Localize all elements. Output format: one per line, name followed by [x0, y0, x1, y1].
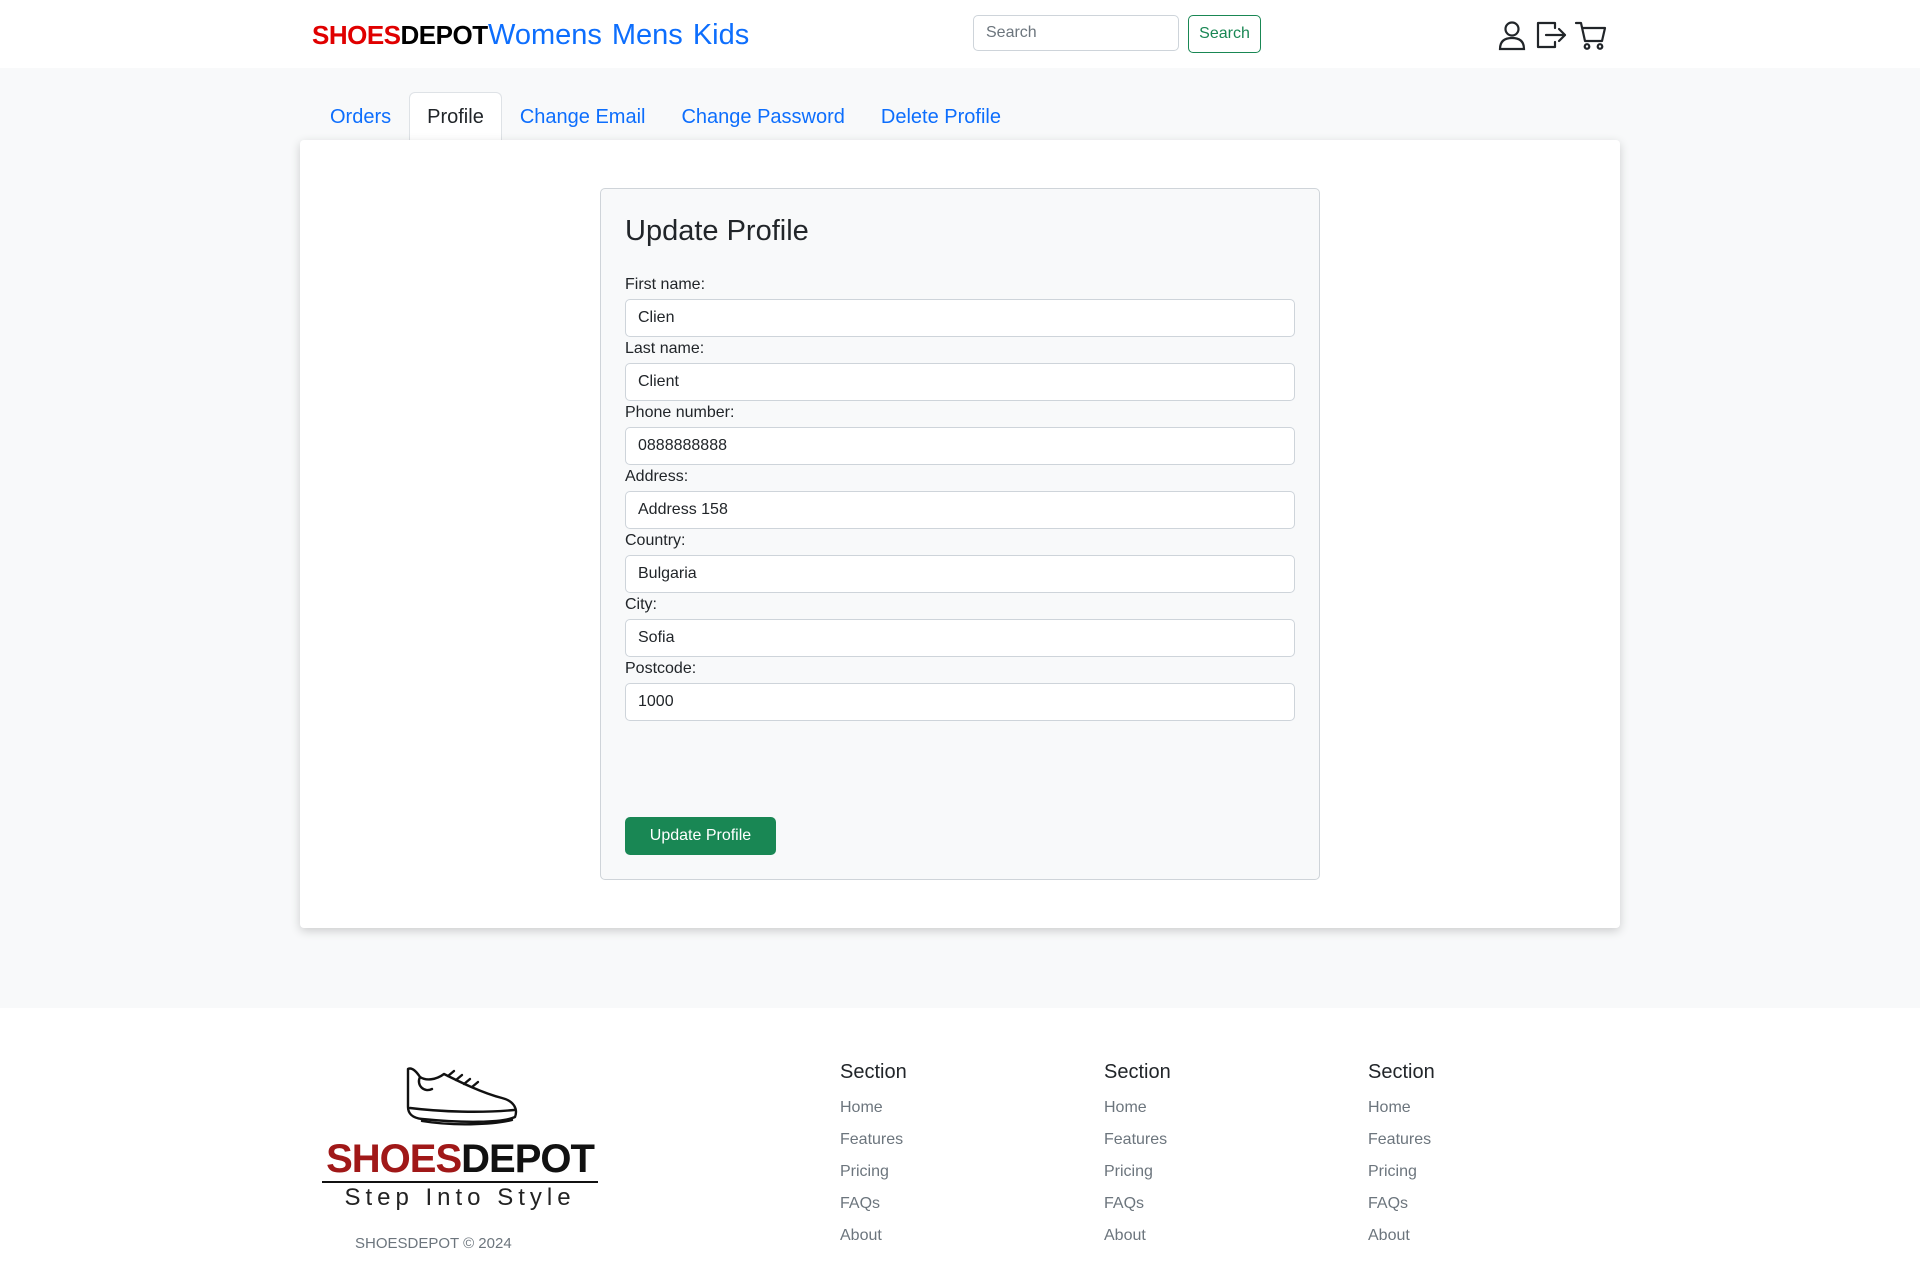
footer-link-home[interactable]: Home	[1368, 1092, 1568, 1124]
footer-logo: SHOESDEPOT Step Into Style	[322, 1063, 598, 1213]
search-button[interactable]: Search	[1188, 15, 1261, 53]
tab-orders[interactable]: Orders	[312, 92, 409, 140]
postcode-group: Postcode:	[625, 659, 1295, 721]
last-name-label: Last name:	[625, 340, 705, 357]
user-icon[interactable]	[1495, 18, 1529, 52]
footer-link-features[interactable]: Features	[1104, 1124, 1304, 1156]
copyright-text: SHOESDEPOT © 2024	[355, 1235, 512, 1252]
footer-link-pricing[interactable]: Pricing	[840, 1156, 1040, 1188]
postcode-field[interactable]	[625, 683, 1295, 721]
footer-link-pricing[interactable]: Pricing	[1104, 1156, 1304, 1188]
postcode-label: Postcode:	[625, 660, 697, 677]
footer: SHOESDEPOT Step Into Style SHOESDEPOT © …	[0, 1008, 1920, 1278]
phone-number-field[interactable]	[625, 427, 1295, 465]
address-field[interactable]	[625, 491, 1295, 529]
address-group: Address:	[625, 467, 1295, 529]
sneaker-icon	[406, 1067, 518, 1126]
footer-link-faqs[interactable]: FAQs	[1368, 1188, 1568, 1220]
nav-link-womens[interactable]: Womens	[488, 16, 602, 54]
brand-logo[interactable]: SHOESDEPOT	[312, 18, 488, 52]
country-group: Country:	[625, 531, 1295, 593]
tab-change-email[interactable]: Change Email	[502, 92, 664, 140]
tab-profile[interactable]: Profile	[409, 92, 502, 140]
tab-change-password[interactable]: Change Password	[663, 92, 862, 140]
logout-icon[interactable]	[1534, 18, 1568, 52]
footer-column-title: Section	[1368, 1061, 1435, 1083]
profile-tabs: Orders Profile Change Email Change Passw…	[312, 92, 1019, 140]
tab-content-card: Update Profile First name: Last name: Ph…	[300, 140, 1620, 928]
first-name-field[interactable]	[625, 299, 1295, 337]
footer-link-features[interactable]: Features	[1368, 1124, 1568, 1156]
footer-tagline: Step Into Style	[344, 1184, 576, 1211]
footer-link-home[interactable]: Home	[840, 1092, 1040, 1124]
footer-column-1: Section Home Features Pricing FAQs About	[840, 1058, 1040, 1252]
city-field[interactable]	[625, 619, 1295, 657]
country-label: Country:	[625, 532, 686, 549]
phone-number-group: Phone number:	[625, 403, 1295, 465]
first-name-group: First name:	[625, 275, 1295, 337]
footer-column-3: Section Home Features Pricing FAQs About	[1368, 1058, 1568, 1252]
nav-link-mens[interactable]: Mens	[612, 16, 683, 54]
footer-logo-text: SHOESDEPOT	[326, 1137, 595, 1181]
tab-delete-profile[interactable]: Delete Profile	[863, 92, 1019, 140]
last-name-group: Last name:	[625, 339, 1295, 401]
top-navbar: SHOESDEPOT Womens Mens Kids Search	[0, 0, 1920, 68]
form-title: Update Profile	[625, 215, 809, 247]
footer-link-pricing[interactable]: Pricing	[1368, 1156, 1568, 1188]
footer-column-2: Section Home Features Pricing FAQs About	[1104, 1058, 1304, 1252]
first-name-label: First name:	[625, 276, 706, 293]
phone-number-label: Phone number:	[625, 404, 735, 421]
update-profile-button[interactable]: Update Profile	[625, 817, 776, 855]
nav-link-kids[interactable]: Kids	[693, 16, 749, 54]
footer-link-about[interactable]: About	[1368, 1220, 1568, 1252]
search-input[interactable]	[973, 15, 1179, 51]
footer-link-about[interactable]: About	[840, 1220, 1040, 1252]
update-profile-form: Update Profile First name: Last name: Ph…	[600, 188, 1320, 880]
address-label: Address:	[625, 468, 689, 485]
footer-column-title: Section	[840, 1061, 907, 1083]
country-field[interactable]	[625, 555, 1295, 593]
footer-link-faqs[interactable]: FAQs	[1104, 1188, 1304, 1220]
city-group: City:	[625, 595, 1295, 657]
city-label: City:	[625, 596, 657, 613]
footer-link-home[interactable]: Home	[1104, 1092, 1304, 1124]
cart-icon[interactable]	[1574, 18, 1608, 52]
footer-column-title: Section	[1104, 1061, 1171, 1083]
category-nav: Womens Mens Kids	[488, 16, 749, 54]
footer-link-features[interactable]: Features	[840, 1124, 1040, 1156]
footer-link-about[interactable]: About	[1104, 1220, 1304, 1252]
footer-link-faqs[interactable]: FAQs	[840, 1188, 1040, 1220]
last-name-field[interactable]	[625, 363, 1295, 401]
